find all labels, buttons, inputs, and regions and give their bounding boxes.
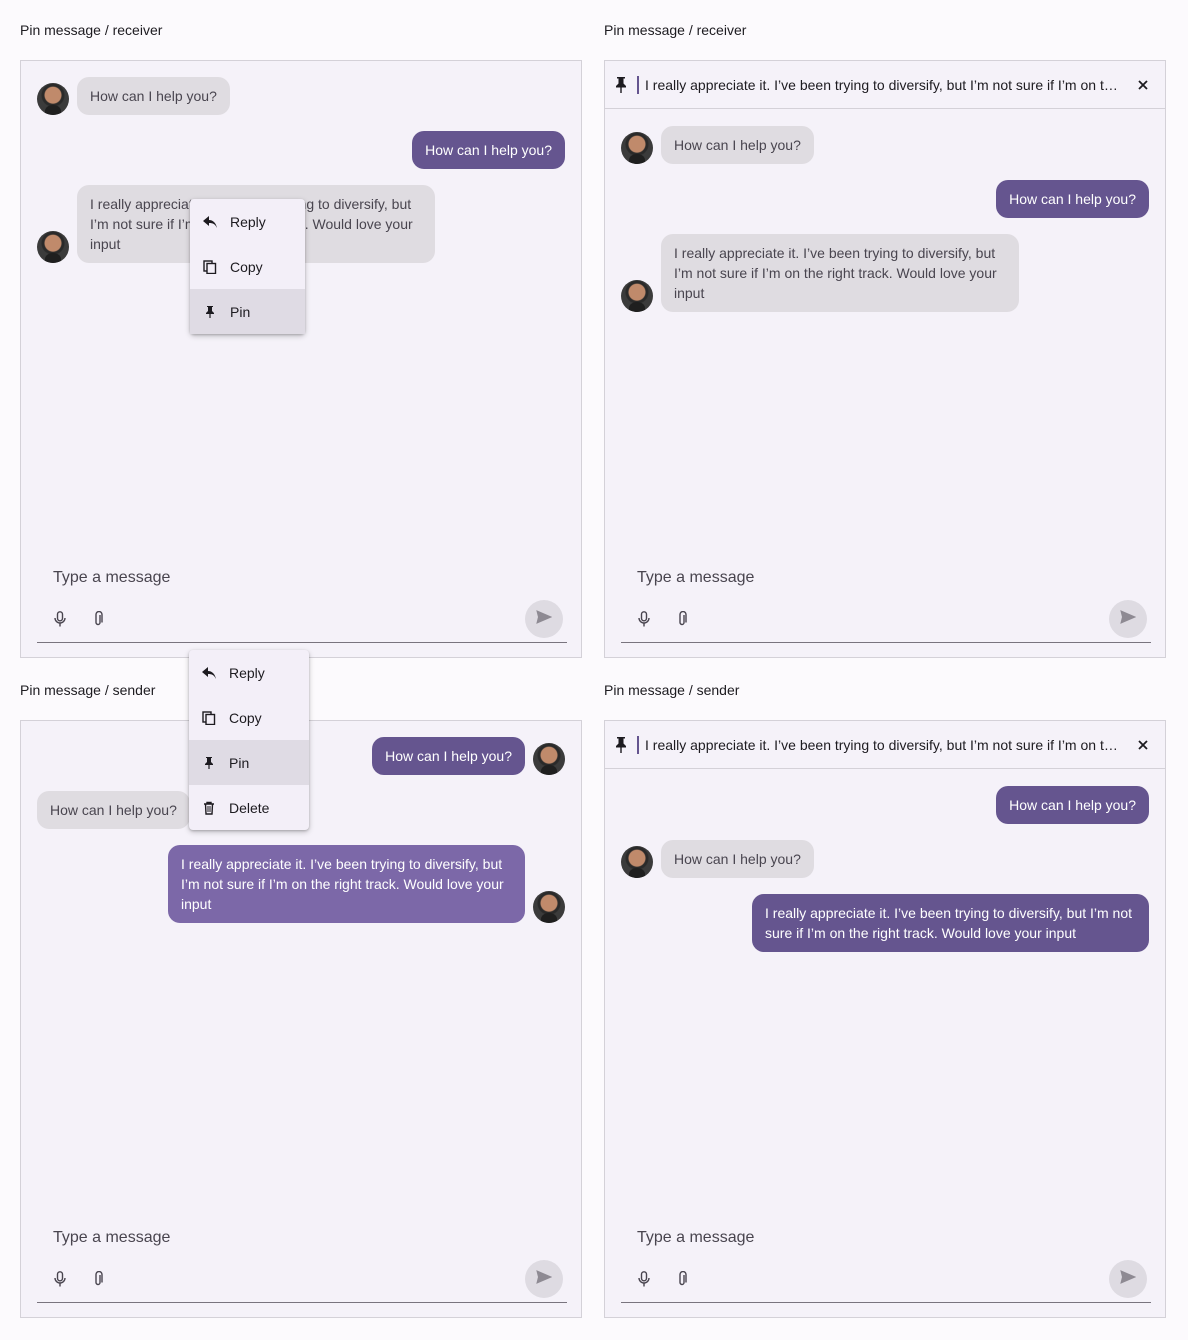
panel-caption: Pin message / sender: [604, 682, 740, 698]
microphone-icon[interactable]: [634, 1269, 654, 1289]
menu-item-copy[interactable]: Copy: [189, 695, 309, 740]
avatar: [621, 280, 653, 312]
chat-panel-sender-pinned: I really appreciate it. I’ve been trying…: [604, 720, 1166, 1318]
menu-item-label: Pin: [230, 303, 251, 320]
send-icon: [536, 609, 553, 629]
outgoing-message[interactable]: How can I help you?: [996, 786, 1149, 824]
paperclip-icon[interactable]: [88, 1269, 108, 1289]
incoming-message[interactable]: How can I help you?: [37, 791, 190, 829]
pinned-message-bar[interactable]: I really appreciate it. I’ve been trying…: [605, 721, 1165, 769]
close-icon[interactable]: [1135, 737, 1151, 753]
pin-icon: [613, 75, 629, 95]
outgoing-message[interactable]: How can I help you?: [412, 131, 565, 169]
menu-item-pin[interactable]: Pin: [190, 289, 305, 334]
avatar: [621, 846, 653, 878]
panel-caption: Pin message / receiver: [604, 22, 747, 38]
pin-accent-bar: [637, 75, 639, 94]
close-icon[interactable]: [1135, 77, 1151, 93]
microphone-icon[interactable]: [50, 609, 70, 629]
menu-item-reply[interactable]: Reply: [190, 199, 305, 244]
menu-item-pin[interactable]: Pin: [189, 740, 309, 785]
paperclip-icon[interactable]: [88, 609, 108, 629]
composer-divider: [37, 1302, 567, 1303]
message-context-menu: Reply Copy Pin: [190, 199, 305, 334]
menu-item-copy[interactable]: Copy: [190, 244, 305, 289]
composer-divider: [37, 642, 567, 643]
send-icon: [536, 1269, 553, 1289]
message-input[interactable]: Type a message: [637, 1229, 754, 1247]
incoming-message[interactable]: How can I help you?: [661, 840, 814, 878]
reply-icon: [201, 665, 217, 681]
menu-item-delete[interactable]: Delete: [189, 785, 309, 830]
menu-item-label: Reply: [229, 664, 265, 681]
copy-icon: [202, 259, 218, 275]
send-button[interactable]: [525, 600, 563, 638]
pinned-message-text[interactable]: I really appreciate it. I’ve been trying…: [645, 77, 1119, 93]
menu-item-reply[interactable]: Reply: [189, 650, 309, 695]
chat-panel-receiver-pinned: I really appreciate it. I’ve been trying…: [604, 60, 1166, 658]
menu-item-label: Copy: [230, 258, 263, 275]
panel-caption: Pin message / receiver: [20, 22, 163, 38]
pin-icon: [201, 755, 217, 771]
avatar: [533, 891, 565, 923]
avatar: [533, 743, 565, 775]
paperclip-icon[interactable]: [672, 609, 692, 629]
composer-divider: [621, 642, 1151, 643]
pinned-message-bar[interactable]: I really appreciate it. I’ve been trying…: [605, 61, 1165, 109]
message-input[interactable]: Type a message: [637, 569, 754, 587]
pin-accent-bar: [637, 735, 639, 754]
message-input[interactable]: Type a message: [53, 569, 170, 587]
menu-item-label: Copy: [229, 709, 262, 726]
outgoing-message-long[interactable]: I really appreciate it. I’ve been trying…: [752, 894, 1149, 952]
incoming-message[interactable]: How can I help you?: [77, 77, 230, 115]
pin-icon: [613, 735, 629, 755]
composer-divider: [621, 1302, 1151, 1303]
menu-item-label: Delete: [229, 799, 270, 816]
trash-icon: [201, 800, 217, 816]
message-input[interactable]: Type a message: [53, 1229, 170, 1247]
incoming-message-long[interactable]: I really appreciate it. I’ve been trying…: [661, 234, 1019, 312]
outgoing-message[interactable]: How can I help you?: [372, 737, 525, 775]
incoming-message[interactable]: How can I help you?: [661, 126, 814, 164]
avatar: [37, 83, 69, 115]
send-button[interactable]: [1109, 600, 1147, 638]
avatar: [37, 231, 69, 263]
send-icon: [1120, 609, 1137, 629]
message-context-menu: Reply Copy Pin Delete: [189, 650, 309, 830]
paperclip-icon[interactable]: [672, 1269, 692, 1289]
send-button[interactable]: [1109, 1260, 1147, 1298]
outgoing-message-long-selected[interactable]: I really appreciate it. I’ve been trying…: [168, 845, 525, 923]
avatar: [621, 132, 653, 164]
pin-icon: [202, 304, 218, 320]
reply-icon: [202, 214, 218, 230]
menu-item-label: Reply: [230, 213, 266, 230]
microphone-icon[interactable]: [634, 609, 654, 629]
panel-caption: Pin message / sender: [20, 682, 156, 698]
pinned-message-text[interactable]: I really appreciate it. I’ve been trying…: [645, 737, 1119, 753]
microphone-icon[interactable]: [50, 1269, 70, 1289]
send-icon: [1120, 1269, 1137, 1289]
copy-icon: [201, 710, 217, 726]
menu-item-label: Pin: [229, 754, 250, 771]
send-button[interactable]: [525, 1260, 563, 1298]
outgoing-message[interactable]: How can I help you?: [996, 180, 1149, 218]
chat-panel-receiver-menu: How can I help you? How can I help you? …: [20, 60, 582, 658]
